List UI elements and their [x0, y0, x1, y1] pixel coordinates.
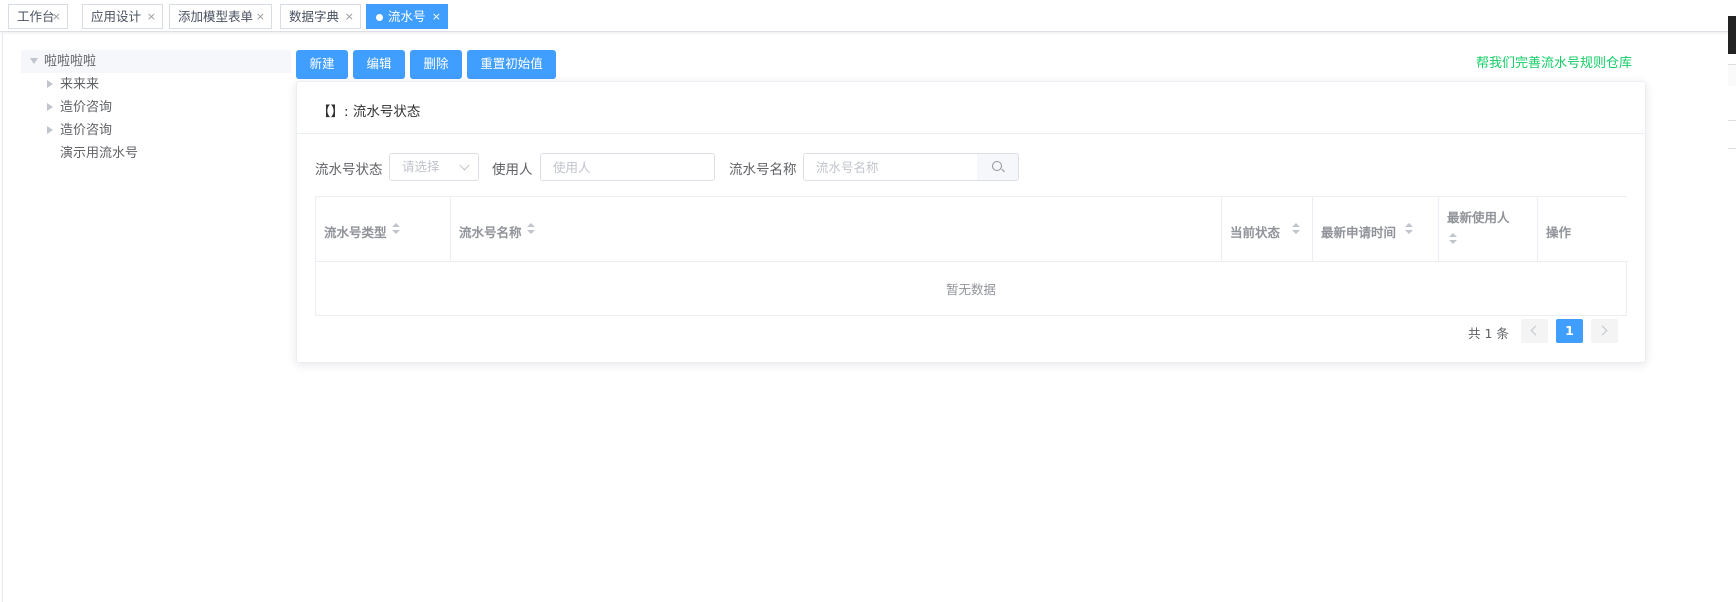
tab-workbench[interactable]: 工作台 × [8, 4, 68, 29]
tree-node[interactable]: 来来来 [21, 73, 291, 96]
tab-data-dictionary[interactable]: 数据字典 × [280, 4, 361, 29]
edit-button[interactable]: 编辑 [353, 50, 405, 79]
column-header-actions: 操作 [1538, 197, 1628, 262]
column-header-label: 最新使用人 [1447, 210, 1510, 225]
tree-node-label: 演示用流水号 [60, 146, 139, 161]
search-icon-handle [1001, 168, 1005, 173]
caret-right-icon[interactable] [47, 80, 53, 88]
delete-button[interactable]: 删除 [410, 50, 462, 79]
search-button[interactable] [977, 153, 1019, 181]
close-icon[interactable]: × [256, 5, 265, 28]
tab-add-model-form[interactable]: 添加模型表单 × [169, 4, 272, 29]
next-page-button[interactable] [1591, 319, 1618, 343]
tab-label: 流水号 [388, 9, 426, 24]
tab-label: 工作台 [17, 9, 55, 24]
column-header-latest-user[interactable]: 最新使用人 [1439, 197, 1538, 262]
chevron-right-icon [1597, 325, 1608, 336]
sort-icon[interactable] [1405, 223, 1413, 235]
empty-text: 暂无数据 [945, 282, 996, 297]
tab-label: 应用设计 [91, 9, 142, 24]
column-header-status[interactable]: 当前状态 [1222, 197, 1313, 262]
column-header-label: 当前状态 [1230, 225, 1281, 240]
page-number-1[interactable]: 1 [1556, 319, 1583, 343]
tree-node-label: 造价咨询 [60, 123, 113, 138]
column-header-label: 操作 [1546, 225, 1572, 240]
user-filter-label: 使用人 [492, 162, 533, 178]
column-header-latest-apply-time[interactable]: 最新申请时间 [1313, 197, 1439, 262]
column-header-name[interactable]: 流水号名称 [451, 197, 1222, 262]
name-filter-label: 流水号名称 [729, 162, 797, 178]
new-button[interactable]: 新建 [296, 50, 348, 79]
tab-label: 添加模型表单 [178, 9, 254, 24]
prev-page-button[interactable] [1521, 319, 1548, 343]
caret-right-icon[interactable] [47, 103, 53, 111]
tab-bar: 工作台 × 应用设计 × 添加模型表单 × 数据字典 × 流水号 × [0, 0, 1736, 32]
reset-initial-value-button[interactable]: 重置初始值 [467, 50, 556, 79]
column-header-label: 流水号名称 [459, 225, 522, 240]
column-header-label: 流水号类型 [324, 225, 387, 240]
caret-right-icon[interactable] [47, 126, 53, 134]
pagination-total: 共 1 条 [1468, 326, 1509, 341]
tab-label: 数据字典 [289, 9, 340, 24]
card-title: 【】: 流水号状态 [317, 104, 421, 120]
sort-icon[interactable] [1292, 223, 1300, 235]
serial-table: 流水号类型 流水号名称 当前状态 最新申请时间 最新使用人 操作 暂无数据 [315, 196, 1628, 316]
tree-node-label: 来来来 [60, 77, 100, 92]
name-input[interactable] [803, 153, 979, 181]
column-header-type[interactable]: 流水号类型 [316, 197, 451, 262]
tree-node[interactable]: 演示用流水号 [21, 142, 291, 165]
sort-icon[interactable] [1449, 233, 1457, 245]
category-tree: 啦啦啦啦 来来来 造价咨询 造价咨询 演示用流水号 [21, 50, 291, 165]
card-header: 【】: 流水号状态 [297, 82, 1645, 134]
tree-node[interactable]: 造价咨询 [21, 119, 291, 142]
status-select-placeholder: 请选择 [402, 159, 440, 174]
user-input[interactable] [540, 153, 715, 181]
tree-node-label: 啦啦啦啦 [44, 54, 97, 69]
sort-icon[interactable] [527, 223, 535, 235]
caret-down-icon[interactable] [30, 58, 38, 64]
serial-status-card: 【】: 流水号状态 流水号状态 请选择 使用人 流水号名称 流水号类型 流水号名… [296, 81, 1646, 363]
tree-node-root[interactable]: 啦啦啦啦 [21, 50, 291, 73]
tab-serial-number[interactable]: 流水号 × [366, 4, 448, 29]
tab-app-design[interactable]: 应用设计 × [82, 4, 163, 29]
close-icon[interactable]: × [432, 5, 441, 28]
chevron-down-icon [459, 160, 470, 171]
tree-node-label: 造价咨询 [60, 100, 113, 115]
sort-icon[interactable] [392, 223, 400, 235]
right-edge-divider [1728, 148, 1736, 149]
active-dot-icon [376, 14, 383, 21]
left-border [2, 33, 3, 602]
close-icon[interactable]: × [52, 5, 61, 28]
right-edge-panel [1728, 16, 1736, 54]
right-edge-divider [1728, 120, 1736, 121]
close-icon[interactable]: × [345, 5, 354, 28]
status-filter-label: 流水号状态 [315, 162, 383, 178]
chevron-left-icon [1530, 325, 1541, 336]
right-edge-stub [1728, 64, 1736, 86]
column-header-label: 最新申请时间 [1321, 225, 1397, 240]
close-icon[interactable]: × [147, 5, 156, 28]
status-select[interactable]: 请选择 [389, 153, 479, 181]
help-improve-link[interactable]: 帮我们完善流水号规则仓库 [1476, 52, 1632, 71]
tree-node[interactable]: 造价咨询 [21, 96, 291, 119]
